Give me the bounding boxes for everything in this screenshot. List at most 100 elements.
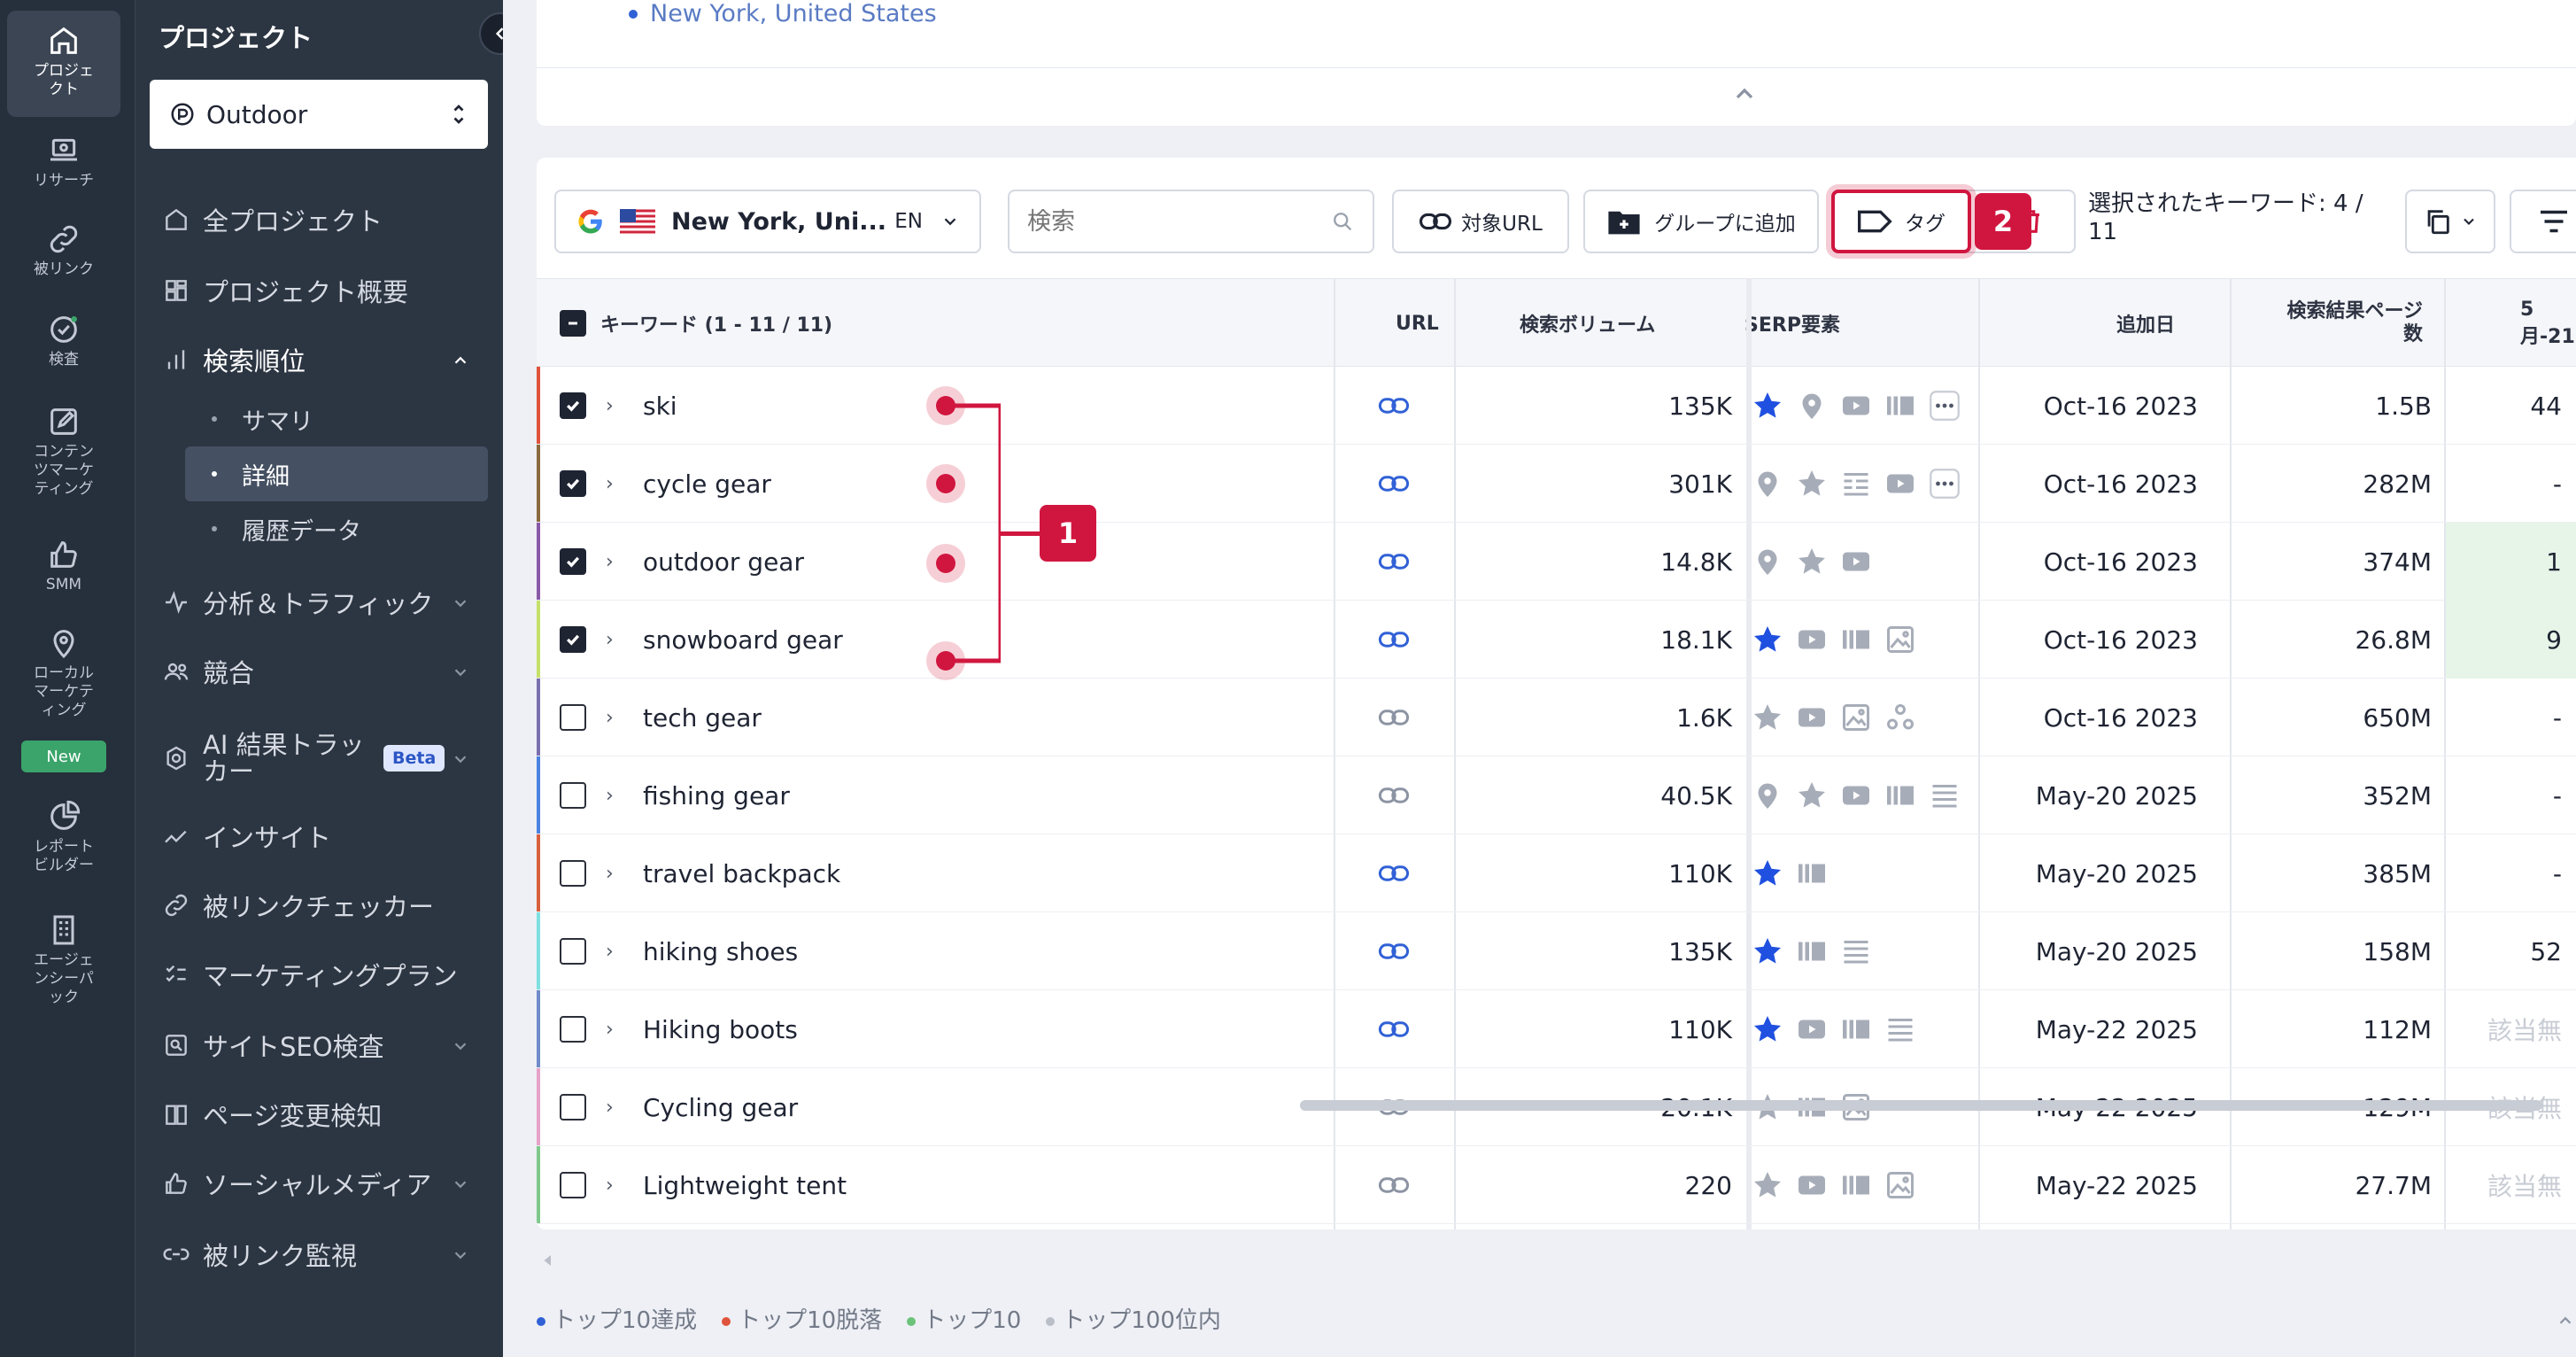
keyword-text[interactable]: tech gear (643, 678, 762, 756)
nav-social-media[interactable]: ソーシャルメディア (162, 1157, 484, 1210)
table-row[interactable]: › tech gear 1.6K Oct-16 2023 650M - (537, 678, 2576, 756)
rail-item-agency-pack[interactable]: エージェンシーパック (7, 912, 120, 1019)
keyword-text[interactable]: ski (643, 367, 677, 445)
horizontal-scrollbar[interactable] (1300, 1100, 2542, 1111)
row-checkbox[interactable] (560, 470, 586, 497)
column-date[interactable]: 5月-21 (2520, 279, 2576, 368)
row-checkbox-cell[interactable] (560, 601, 586, 678)
nav-marketing-plan[interactable]: マーケティングプラン (162, 948, 484, 1001)
nav-project-overview[interactable]: プロジェクト概要 (162, 264, 484, 317)
row-checkbox[interactable] (560, 1094, 586, 1120)
expand-row-icon[interactable]: › (606, 523, 614, 601)
target-url-button[interactable]: 対象URL (1392, 190, 1569, 253)
chevron-up-icon[interactable] (2556, 1311, 2575, 1330)
nav-backlink-monitor[interactable]: 被リンク監視 (162, 1228, 484, 1281)
table-row[interactable]: › cycle gear 301K Oct-16 2023 282M - (537, 445, 2576, 523)
row-checkbox[interactable] (560, 938, 586, 965)
expand-row-icon[interactable]: › (606, 445, 614, 523)
scroll-left-icon[interactable] (540, 1252, 556, 1268)
nav-all-projects[interactable]: 全プロジェクト (162, 193, 484, 246)
more-icon[interactable] (1929, 468, 1961, 500)
nav-backlink-checker[interactable]: 被リンクチェッカー (162, 879, 484, 932)
select-all-checkbox[interactable] (560, 279, 586, 368)
row-checkbox-cell[interactable] (560, 834, 586, 912)
row-checkbox-cell[interactable] (560, 912, 586, 990)
row-checkbox-cell[interactable] (560, 1146, 586, 1224)
row-checkbox-cell[interactable] (560, 367, 586, 445)
expand-row-icon[interactable]: › (606, 1068, 614, 1146)
rail-item-research[interactable]: リサーチ (7, 133, 120, 195)
rail-item-audit[interactable]: 検査 (7, 312, 120, 374)
row-checkbox-cell[interactable] (560, 990, 586, 1068)
row-checkbox[interactable] (560, 1016, 586, 1043)
table-row[interactable]: › snowboard gear 18.1K Oct-16 2023 26.8M… (537, 601, 2576, 678)
search-input[interactable] (1027, 207, 1330, 236)
rail-item-content-marketing[interactable]: コンテンツマーケティング (7, 404, 120, 510)
row-checkbox[interactable] (560, 626, 586, 653)
nav-competitors[interactable]: 競合 (162, 645, 484, 698)
url-link-icon[interactable] (1378, 367, 1410, 445)
row-checkbox-cell[interactable] (560, 756, 586, 834)
rail-item-backlinks[interactable]: 被リンク (7, 221, 120, 283)
table-row[interactable]: › travel backpack 110K May-20 2025 385M … (537, 834, 2576, 912)
keyword-text[interactable]: Cycling gear (643, 1068, 798, 1146)
row-checkbox-cell[interactable] (560, 445, 586, 523)
expand-row-icon[interactable]: › (606, 756, 614, 834)
copy-menu-button[interactable] (2405, 190, 2495, 253)
table-row[interactable]: › outdoor gear 14.8K Oct-16 2023 374M 1 (537, 523, 2576, 601)
url-link-icon[interactable] (1378, 523, 1410, 601)
row-checkbox[interactable] (560, 392, 586, 419)
rail-item-projects[interactable]: プロジェクト (7, 11, 120, 117)
keyword-text[interactable]: outdoor gear (643, 523, 804, 601)
nav-insights[interactable]: インサイト (162, 810, 484, 863)
table-row[interactable]: › Hiking boots 110K May-22 2025 112M 該当無 (537, 990, 2576, 1068)
row-checkbox[interactable] (560, 1172, 586, 1198)
expand-row-icon[interactable]: › (606, 1146, 614, 1224)
keyword-text[interactable]: fishing gear (643, 756, 790, 834)
url-link-icon[interactable] (1378, 834, 1410, 912)
keyword-text[interactable]: snowboard gear (643, 601, 843, 678)
nav-analytics[interactable]: 分析＆トラフィック (162, 576, 484, 629)
search-field[interactable] (1008, 190, 1374, 253)
nav-sub-history[interactable]: 履歴データ (185, 501, 488, 556)
column-serp[interactable]: SERP要素 (1744, 279, 1840, 368)
chevron-up-icon[interactable] (1730, 80, 1759, 108)
table-row[interactable]: › ski 135K Oct-16 2023 1.5B 44 (537, 367, 2576, 445)
nav-site-audit[interactable]: サイトSEO検査 (162, 1019, 484, 1072)
expand-row-icon[interactable]: › (606, 678, 614, 756)
row-checkbox[interactable] (560, 860, 586, 887)
expand-row-icon[interactable]: › (606, 990, 614, 1068)
column-results[interactable]: 検索結果ページ 数 (2246, 279, 2423, 368)
row-checkbox[interactable] (560, 548, 586, 575)
column-added-date[interactable]: 追加日 (2116, 279, 2175, 368)
keyword-text[interactable]: cycle gear (643, 445, 771, 523)
table-row[interactable]: › Lightweight tent 220 May-22 2025 27.7M… (537, 1146, 2576, 1224)
nav-sub-summary[interactable]: サマリ (185, 392, 488, 446)
url-link-icon[interactable] (1378, 756, 1410, 834)
table-row[interactable]: › hiking shoes 135K May-20 2025 158M 52 (537, 912, 2576, 990)
expand-row-icon[interactable]: › (606, 601, 614, 678)
more-icon[interactable] (1929, 390, 1961, 422)
keyword-text[interactable]: Hiking boots (643, 990, 798, 1068)
keyword-text[interactable]: Lightweight tent (643, 1146, 847, 1224)
location-selector[interactable]: New York, Uni... EN (554, 190, 981, 253)
url-link-icon[interactable] (1378, 445, 1410, 523)
tag-button[interactable]: タグ (1831, 190, 1971, 253)
expand-row-icon[interactable]: › (606, 834, 614, 912)
row-checkbox[interactable] (560, 782, 586, 809)
expand-row-icon[interactable]: › (606, 912, 614, 990)
keyword-text[interactable]: hiking shoes (643, 912, 798, 990)
column-keyword[interactable]: キーワード (1 - 11 / 11) (600, 279, 832, 368)
expand-row-icon[interactable]: › (606, 367, 614, 445)
nav-page-changes[interactable]: ページ変更検知 (162, 1088, 484, 1141)
add-to-group-button[interactable]: グループに追加 (1583, 190, 1819, 253)
url-link-icon[interactable] (1378, 1146, 1410, 1224)
nav-rank-tracking[interactable]: 検索順位 (162, 333, 484, 386)
url-link-icon[interactable] (1378, 990, 1410, 1068)
url-link-icon[interactable] (1378, 912, 1410, 990)
row-checkbox-cell[interactable] (560, 678, 586, 756)
column-volume[interactable]: 検索ボリューム (1520, 279, 1655, 368)
table-row[interactable]: › fishing gear 40.5K May-20 2025 352M - (537, 756, 2576, 834)
row-checkbox-cell[interactable] (560, 1068, 586, 1146)
row-checkbox[interactable] (560, 704, 586, 731)
